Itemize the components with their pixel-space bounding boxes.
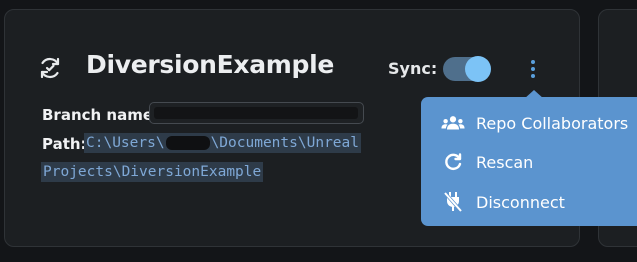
sync-toggle-knob — [465, 56, 491, 82]
sync-arrows-icon — [38, 56, 62, 80]
menu-item-repo-collaborators[interactable]: Repo Collaborators — [421, 103, 637, 143]
more-options-button[interactable] — [522, 56, 544, 82]
kebab-vertical-icon — [531, 60, 535, 64]
repo-title: DiversionExample — [86, 50, 335, 79]
path-value-line1: C:\Users\ \Documents\Unreal — [84, 133, 361, 153]
branch-name-value — [149, 102, 364, 124]
menu-item-label: Rescan — [476, 152, 534, 172]
unplug-icon — [441, 190, 465, 214]
path-value-line2: Projects\DiversionExample — [41, 162, 264, 182]
menu-item-rescan[interactable]: Rescan — [421, 142, 637, 182]
refresh-icon — [441, 150, 465, 174]
sync-label: Sync: — [388, 59, 438, 78]
repo-options-menu: Repo Collaborators Rescan Disconnect — [421, 97, 637, 226]
menu-item-label: Repo Collaborators — [476, 113, 629, 133]
menu-item-disconnect[interactable]: Disconnect — [421, 182, 637, 222]
branch-name-label: Branch name: — [42, 106, 160, 124]
redaction — [165, 136, 210, 150]
menu-item-label: Disconnect — [476, 192, 565, 212]
redaction — [154, 107, 358, 119]
path-label: Path: — [42, 135, 87, 153]
sync-toggle[interactable] — [443, 56, 491, 82]
users-icon — [441, 111, 465, 135]
